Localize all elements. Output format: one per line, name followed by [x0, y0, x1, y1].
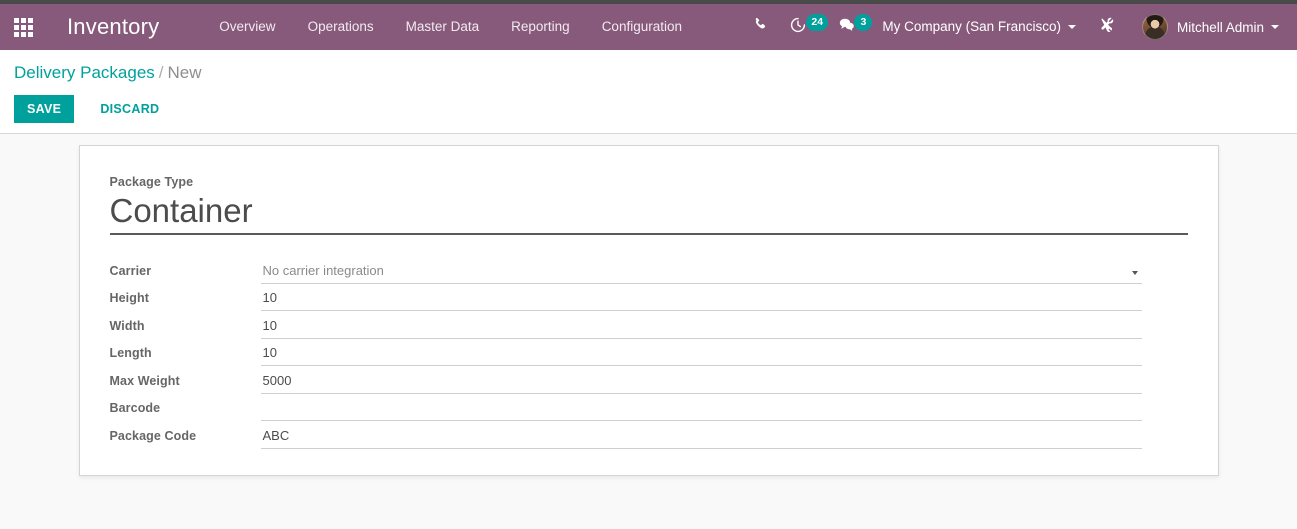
carrier-select[interactable]: No carrier integration — [260, 262, 1142, 284]
clock-activity-icon — [790, 17, 806, 38]
field-row-height: Height 10 — [109, 284, 1188, 311]
user-menu[interactable]: Mitchell Admin — [1128, 4, 1283, 50]
main-navbar: Inventory Overview Operations Master Dat… — [0, 4, 1297, 50]
width-input[interactable]: 10 — [260, 318, 1142, 339]
max-weight-label: Max Weight — [109, 373, 180, 388]
app-brand-title[interactable]: Inventory — [67, 14, 159, 40]
avatar — [1141, 14, 1168, 40]
activity-button[interactable]: 24 — [779, 4, 829, 50]
navbar-right-tools: 24 3 My Company (San Francisco) Mitchell… — [742, 4, 1283, 50]
record-action-buttons: SAVE DISCARD — [14, 95, 1281, 123]
chat-bubble-icon — [838, 17, 855, 37]
package-type-input[interactable]: Container — [109, 192, 1188, 235]
barcode-label: Barcode — [109, 401, 161, 415]
chevron-down-icon — [1131, 270, 1138, 275]
field-row-length: Length 10 — [109, 339, 1188, 366]
menu-item-reporting[interactable]: Reporting — [495, 4, 586, 50]
phone-icon — [753, 17, 768, 37]
company-name-label: My Company (San Francisco) — [882, 19, 1061, 34]
field-row-carrier: Carrier No carrier integration — [110, 256, 1188, 284]
carrier-value: No carrier integration — [262, 262, 384, 278]
width-label: Width — [109, 318, 145, 333]
menu-item-master-data[interactable]: Master Data — [390, 4, 496, 50]
developer-tools-button[interactable] — [1086, 4, 1128, 50]
field-row-width: Width 10 — [110, 311, 1188, 339]
length-label: Length — [109, 346, 152, 360]
height-label: Height — [109, 291, 149, 305]
save-button[interactable]: SAVE — [14, 95, 75, 123]
navbar-menu: Overview Operations Master Data Reportin… — [203, 4, 698, 50]
tools-wrench-icon — [1099, 17, 1115, 38]
menu-item-operations[interactable]: Operations — [292, 4, 390, 50]
length-input[interactable]: 10 — [260, 345, 1142, 366]
max-weight-input[interactable]: 5000 — [260, 373, 1142, 394]
menu-item-configuration[interactable]: Configuration — [586, 4, 698, 50]
package-code-input[interactable]: ABC — [260, 428, 1142, 449]
field-row-barcode: Barcode — [109, 394, 1188, 421]
control-panel: Delivery Packages / New SAVE DISCARD — [0, 50, 1297, 134]
field-row-max-weight: Max Weight 5000 — [110, 366, 1188, 394]
messages-button[interactable]: 3 — [827, 4, 873, 50]
apps-menu-toggle[interactable] — [0, 4, 46, 50]
menu-item-overview[interactable]: Overview — [203, 4, 291, 50]
phone-button[interactable] — [742, 4, 779, 50]
breadcrumb: Delivery Packages / New — [14, 62, 1281, 84]
company-switcher[interactable]: My Company (San Francisco) — [866, 4, 1086, 50]
activity-count-badge: 24 — [806, 14, 829, 31]
chevron-down-icon — [1067, 25, 1076, 29]
field-row-package-code: Package Code ABC — [110, 421, 1188, 449]
messages-count-badge: 3 — [854, 14, 873, 31]
breadcrumb-current: New — [167, 63, 202, 82]
height-input[interactable]: 10 — [260, 290, 1142, 311]
package-type-label: Package Type — [109, 175, 194, 189]
apps-grid-icon — [13, 17, 33, 37]
chevron-down-icon — [1271, 25, 1279, 29]
user-name-label: Mitchell Admin — [1176, 19, 1264, 35]
breadcrumb-separator: / — [158, 63, 164, 82]
form-sheet: Package Type Container Carrier No carrie… — [78, 145, 1219, 476]
discard-button[interactable]: DISCARD — [87, 95, 172, 123]
form-fields: Carrier No carrier integration Height 10… — [110, 256, 1188, 449]
barcode-input[interactable] — [260, 400, 1142, 421]
package-code-label: Package Code — [109, 428, 197, 443]
breadcrumb-parent-link[interactable]: Delivery Packages — [14, 63, 155, 82]
carrier-label: Carrier — [109, 263, 152, 278]
page-background: Package Type Container Carrier No carrie… — [0, 134, 1297, 527]
